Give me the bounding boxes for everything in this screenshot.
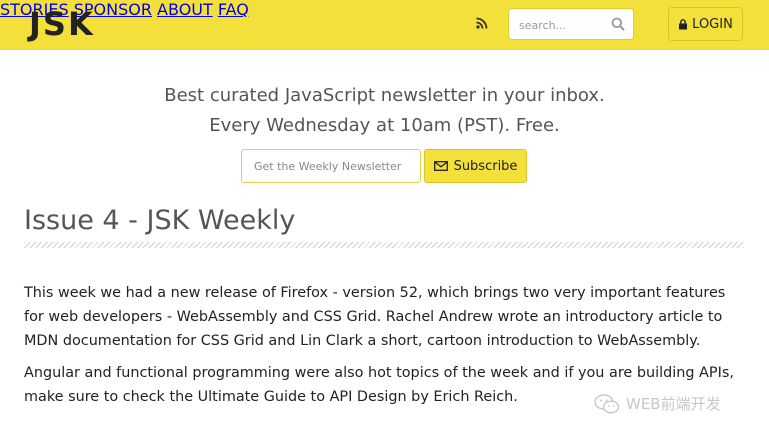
hero-tagline: Best curated JavaScript newsletter in yo… [164,85,605,106]
watermark: WEB前端开发 [594,393,721,414]
search-box [508,8,634,40]
envelope-icon [433,161,448,171]
login-label: LOGIN [692,16,733,32]
search-input[interactable] [519,16,607,34]
nav-link-faq[interactable]: FAQ [218,0,249,19]
title-divider [24,242,744,248]
login-button[interactable]: LOGIN [668,7,743,41]
subscribe-button[interactable]: Subscribe [424,149,527,183]
lock-icon [679,18,688,29]
site-logo[interactable]: JSK [29,4,95,44]
issue-title: Issue 4 - JSK Weekly [24,205,296,236]
newsletter-email-input[interactable] [241,149,421,183]
article-paragraph: This week we had a new release of Firefo… [24,285,726,349]
wechat-icon [594,393,620,414]
rss-icon[interactable] [476,17,488,29]
watermark-text: WEB前端开发 [626,395,721,413]
site-header: JSK STORIES SPONSOR ABOUT FAQ LOGIN [0,0,769,50]
nav-link-about[interactable]: ABOUT [157,0,213,19]
hero-schedule: Every Wednesday at 10am (PST). Free. [209,115,560,136]
search-icon[interactable] [611,17,625,31]
subscribe-label: Subscribe [453,158,518,174]
